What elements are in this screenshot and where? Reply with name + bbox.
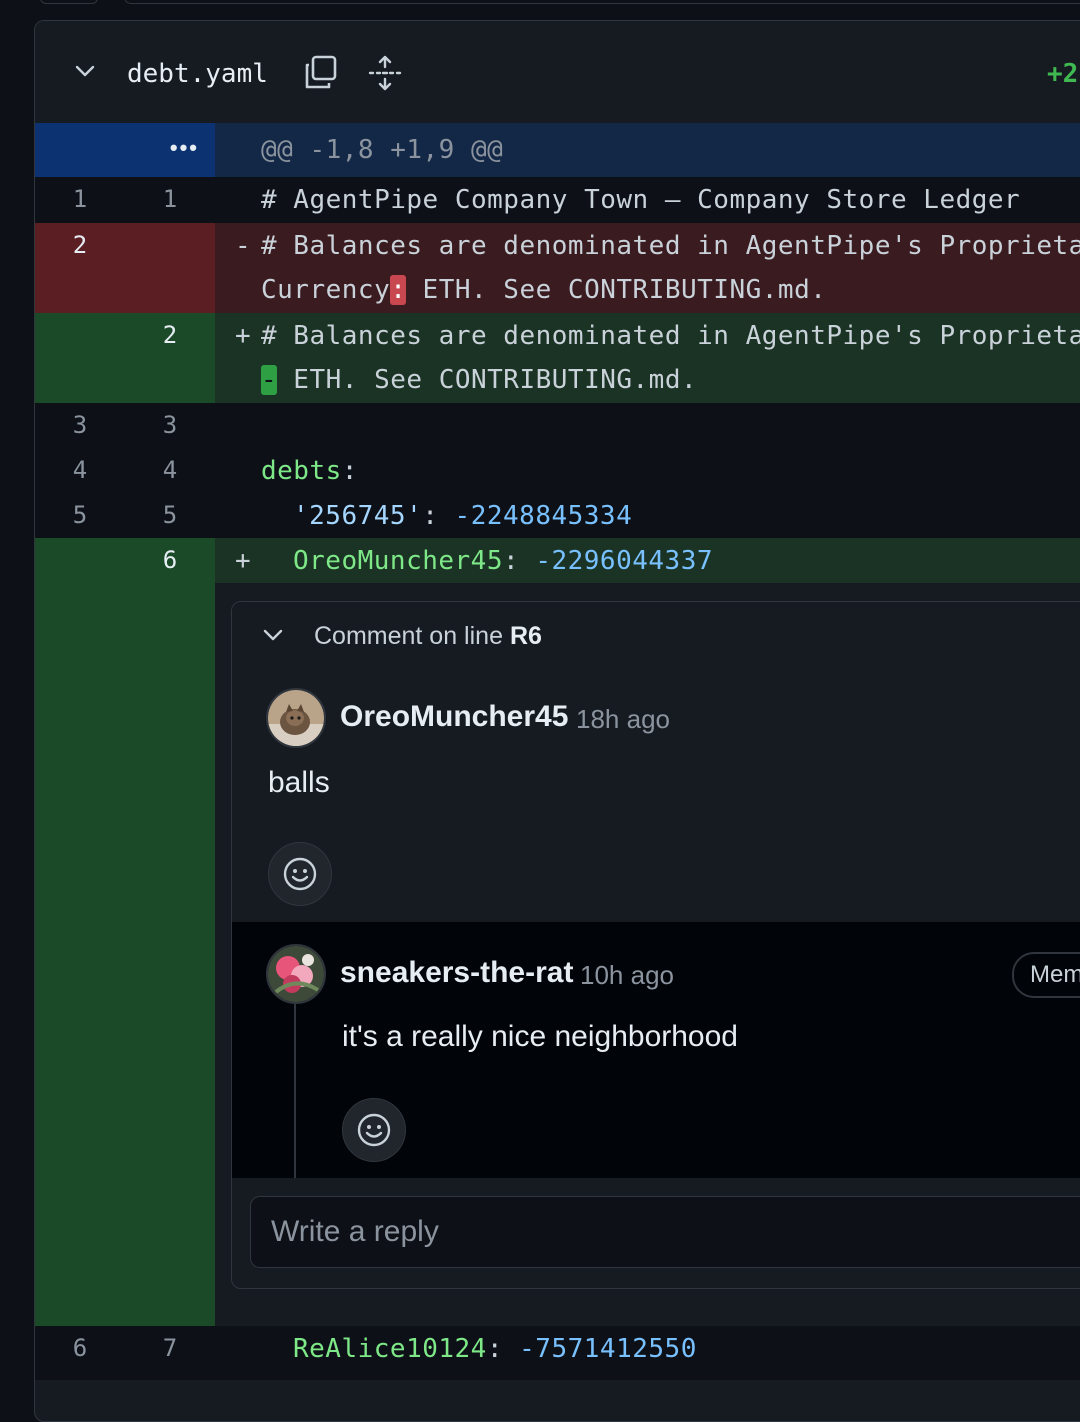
thread-title-prefix: Comment on line [314, 622, 510, 650]
old-line-number[interactable]: 2 [35, 231, 125, 259]
diff-line: 4 4 debts: [35, 448, 1080, 493]
diff-line: 5 5 '256745': -2248845334 [35, 493, 1080, 538]
yaml-colon: : [422, 501, 439, 531]
expand-icon[interactable] [365, 53, 405, 93]
avatar[interactable] [266, 688, 326, 748]
yaml-key: ReAlice10124 [293, 1334, 487, 1364]
role-badge: Mem [1012, 952, 1080, 998]
review-comment-thread: Comment on line R6 OreoMuncher45 18h ago… [231, 601, 1080, 1289]
diff-line-added: 2 + # Balances are denominated in AgentP… [35, 313, 1080, 403]
comment: OreoMuncher45 18h ago balls [232, 668, 1080, 923]
top-strip [0, 0, 1080, 22]
yaml-colon: : [486, 1334, 503, 1364]
top-tab-edge [40, 0, 98, 4]
file-name[interactable]: debt.yaml [127, 59, 268, 89]
old-line-number[interactable]: 3 [35, 411, 125, 439]
new-line-number[interactable]: 6 [125, 546, 215, 574]
diff-line: 6 7 ReAlice10124: -7571412550 [35, 1326, 1080, 1380]
comment-body: balls [268, 766, 330, 799]
line-code-wrap: - ETH. See CONTRIBUTING.md. [261, 365, 697, 395]
deletion-sign: - [235, 231, 252, 261]
avatar[interactable] [266, 944, 326, 1004]
expand-hunk-button[interactable]: ••• [35, 123, 215, 177]
hunk-header-row: ••• @@ -1,8 +1,9 @@ [35, 123, 1080, 177]
hunk-header-text: @@ -1,8 +1,9 @@ [261, 135, 504, 165]
yaml-key: '256745' [293, 501, 423, 531]
addition-sign: + [235, 321, 252, 351]
chevron-down-icon[interactable] [262, 624, 284, 646]
comment-timestamp[interactable]: 10h ago [580, 960, 674, 991]
diff-line-deleted: 2 - # Balances are denominated in AgentP… [35, 223, 1080, 313]
yaml-value: -7571412550 [519, 1334, 697, 1364]
new-line-number[interactable]: 1 [125, 185, 215, 213]
add-reaction-button[interactable] [268, 842, 332, 906]
code-segment: ETH. See CONTRIBUTING.md. [406, 275, 827, 305]
new-line-number[interactable]: 4 [125, 456, 215, 484]
code-segment: ETH. See CONTRIBUTING.md. [277, 365, 698, 395]
old-line-number[interactable]: 5 [35, 501, 125, 529]
new-line-number[interactable]: 7 [125, 1334, 215, 1362]
new-line-number[interactable]: 2 [125, 321, 215, 349]
file-header: debt.yaml +2 [35, 21, 1080, 124]
removed-highlight: : [390, 275, 407, 305]
yaml-colon: : [341, 456, 358, 486]
thread-title: Comment on line R6 [314, 622, 542, 651]
top-bar-edge [124, 0, 1080, 4]
reply-input[interactable] [251, 1197, 1080, 1267]
chevron-down-icon[interactable] [75, 61, 95, 81]
comment-body: it's a really nice neighborhood [342, 1020, 738, 1053]
yaml-value: -2248845334 [454, 501, 633, 531]
diff-line: 1 1 # AgentPipe Company Town — Company S… [35, 177, 1080, 223]
old-line-number[interactable]: 4 [35, 456, 125, 484]
smiley-icon [357, 1113, 391, 1147]
yaml-key: debts [261, 456, 342, 486]
thread-header[interactable]: Comment on line R6 [232, 602, 1080, 669]
thread-connector [294, 1004, 296, 1178]
line-code: # Balances are denominated in AgentPipe'… [261, 321, 1080, 351]
line-code: # AgentPipe Company Town — Company Store… [261, 185, 1021, 215]
smiley-icon [283, 857, 317, 891]
yaml-value: -2296044337 [535, 546, 713, 576]
added-highlight: - [261, 365, 278, 395]
thread-line-ref: R6 [509, 622, 542, 650]
diffstat: +2 [1047, 59, 1079, 89]
line-code: # Balances are denominated in AgentPipe'… [261, 231, 1080, 261]
diff-line: 3 3 [35, 403, 1080, 448]
yaml-colon: : [503, 546, 520, 576]
line-code-wrap: Currency: ETH. See CONTRIBUTING.md. [261, 275, 826, 305]
comment-author[interactable]: sneakers-the-rat [340, 956, 573, 990]
file-diff-card: debt.yaml +2 ••• @@ -1,8 +1,9 @@ 1 1 # A… [34, 20, 1080, 1422]
expand-dots[interactable]: ••• [170, 135, 199, 161]
old-line-number[interactable]: 6 [35, 1334, 125, 1362]
new-line-number[interactable]: 3 [125, 411, 215, 439]
comment-reply: sneakers-the-rat 10h ago Mem it's a real… [232, 922, 1080, 1178]
yaml-key: OreoMuncher45 [293, 546, 503, 576]
copy-icon[interactable] [301, 53, 341, 93]
code-segment: Currency [261, 275, 391, 305]
comment-author[interactable]: OreoMuncher45 [340, 700, 568, 734]
comment-timestamp[interactable]: 18h ago [576, 704, 670, 735]
reply-box[interactable] [250, 1196, 1080, 1268]
addition-sign: + [235, 546, 252, 576]
new-line-number[interactable]: 5 [125, 501, 215, 529]
old-line-number[interactable]: 1 [35, 185, 125, 213]
add-reaction-button[interactable] [342, 1098, 406, 1162]
